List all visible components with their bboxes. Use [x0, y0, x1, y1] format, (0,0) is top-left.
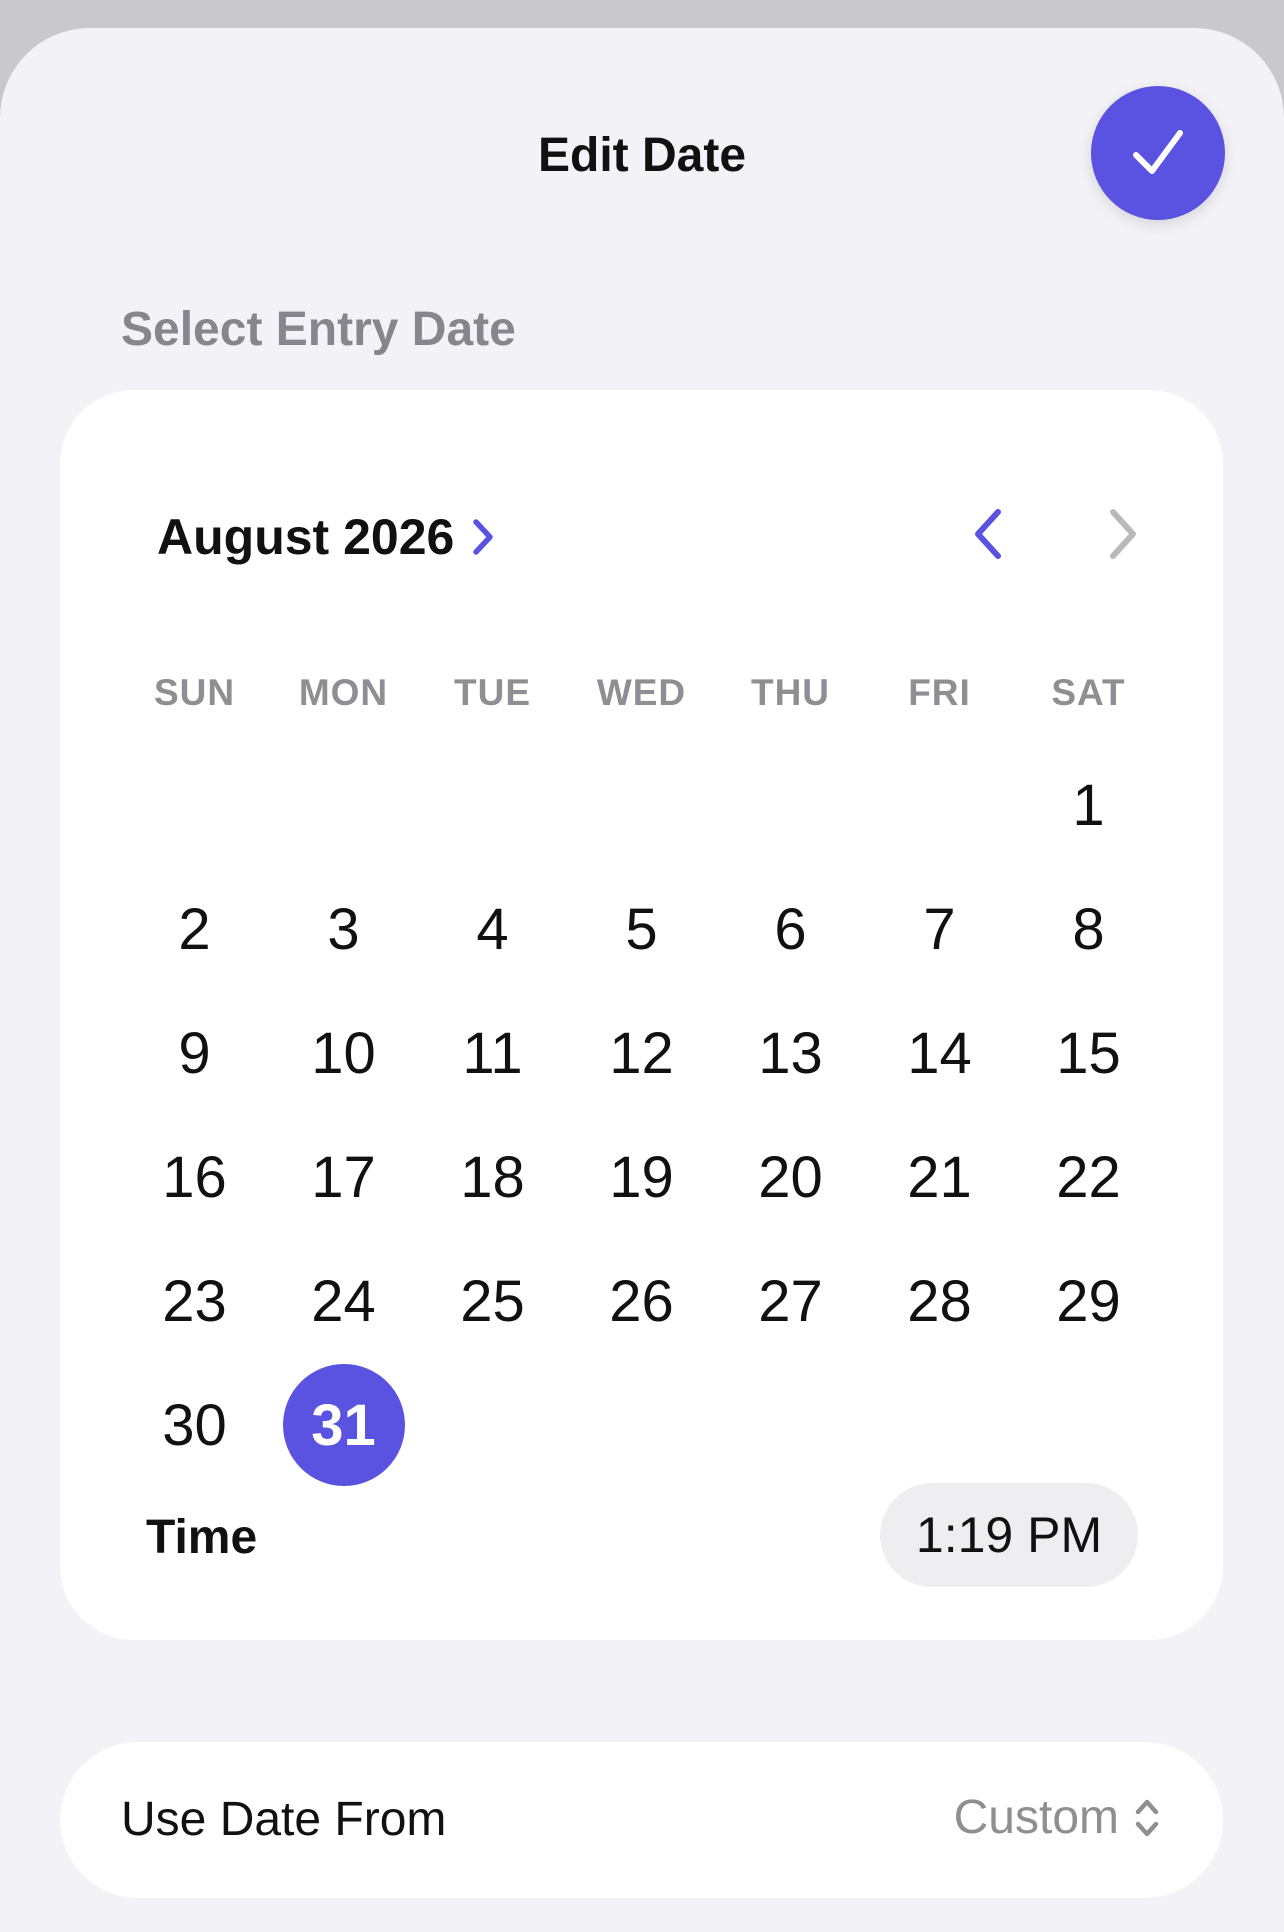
calendar-day[interactable]: 27: [716, 1239, 865, 1363]
calendar-day[interactable]: 5: [567, 867, 716, 991]
use-date-from-selector[interactable]: Custom: [954, 1790, 1161, 1845]
chevron-up-down-icon: [1133, 1796, 1161, 1840]
empty-day-cell: [865, 743, 1014, 867]
sheet-title-text: Edit Date: [537, 129, 747, 182]
day-number: 20: [758, 1144, 823, 1210]
calendar-day[interactable]: 21: [865, 1115, 1014, 1239]
weekday-header-row: SUN MON TUE WED THU FRI SAT: [120, 672, 1163, 714]
calendar-day[interactable]: 13: [716, 991, 865, 1115]
day-number: 5: [625, 896, 658, 962]
day-number: 6: [774, 896, 807, 962]
day-number: 12: [609, 1020, 674, 1086]
calendar-day[interactable]: 20: [716, 1115, 865, 1239]
calendar-day[interactable]: 8: [1014, 867, 1163, 991]
day-number: 15: [1056, 1020, 1121, 1086]
calendar-day[interactable]: 22: [1014, 1115, 1163, 1239]
empty-day-cell: [269, 743, 418, 867]
day-number: 18: [460, 1144, 525, 1210]
day-number: 19: [609, 1144, 674, 1210]
day-number: 13: [758, 1020, 823, 1086]
calendar-day-grid: 1 2 3 4 5 6 7 8 9 10 11 12 13 14 15 16 17 18 19 20 21 22 23 24 2…: [120, 743, 1163, 1487]
day-number: 10: [311, 1020, 376, 1086]
edit-date-sheet: Edit Date Select Entry Date August 2026: [0, 28, 1284, 1932]
empty-day-cell: [418, 743, 567, 867]
use-date-from-label: Use Date From: [121, 1793, 447, 1846]
day-number: 30: [162, 1392, 227, 1458]
next-month-button[interactable]: [1093, 502, 1153, 566]
calendar-day[interactable]: 1: [1014, 743, 1163, 867]
weekday-label: SUN: [153, 672, 236, 713]
time-label: Time: [146, 1511, 258, 1564]
day-number: 14: [907, 1020, 972, 1086]
chevron-right-icon: [470, 516, 496, 558]
empty-day-cell: [716, 743, 865, 867]
calendar-day[interactable]: 4: [418, 867, 567, 991]
calendar-day[interactable]: 3: [269, 867, 418, 991]
empty-day-cell: [120, 743, 269, 867]
confirm-button[interactable]: [1091, 86, 1225, 220]
calendar-day[interactable]: 30: [120, 1363, 269, 1487]
day-number: 9: [178, 1020, 211, 1086]
calendar-day[interactable]: 6: [716, 867, 865, 991]
calendar-card: August 2026 SUN MON TUE WED THU FRI SAT 123456…: [60, 390, 1223, 1640]
calendar-day[interactable]: 9: [120, 991, 269, 1115]
month-label: August 2026: [157, 509, 455, 565]
calendar-day[interactable]: 19: [567, 1115, 716, 1239]
calendar-day[interactable]: 29: [1014, 1239, 1163, 1363]
day-number: 11: [462, 1020, 523, 1086]
time-picker-button[interactable]: 1:19 PM: [880, 1483, 1138, 1587]
use-date-from-row[interactable]: Use Date From Custom: [60, 1742, 1223, 1898]
calendar-day[interactable]: 7: [865, 867, 1014, 991]
calendar-day[interactable]: 23: [120, 1239, 269, 1363]
day-number: 3: [327, 896, 360, 962]
day-number: 22: [1056, 1144, 1121, 1210]
day-number: 24: [311, 1268, 376, 1334]
calendar-day[interactable]: 18: [418, 1115, 567, 1239]
calendar-day[interactable]: 11: [418, 991, 567, 1115]
day-number: 27: [758, 1268, 823, 1334]
day-number: 7: [923, 896, 956, 962]
empty-day-cell: [567, 743, 716, 867]
day-number: 16: [162, 1144, 227, 1210]
chevron-right-icon: [1110, 509, 1136, 559]
weekday-label: SAT: [1051, 672, 1126, 713]
weekday-label: WED: [596, 672, 687, 713]
day-number: 8: [1072, 896, 1105, 962]
calendar-day[interactable]: 12: [567, 991, 716, 1115]
day-number: 31: [282, 1364, 405, 1486]
weekday-label: MON: [298, 672, 389, 713]
day-number: 21: [907, 1144, 972, 1210]
month-year-picker-button[interactable]: August 2026: [157, 508, 496, 566]
day-number: 25: [460, 1268, 525, 1334]
checkmark-icon: [1133, 130, 1183, 174]
section-label: Select Entry Date: [121, 303, 516, 356]
calendar-day[interactable]: 24: [269, 1239, 418, 1363]
calendar-day[interactable]: 16: [120, 1115, 269, 1239]
calendar-day[interactable]: 26: [567, 1239, 716, 1363]
calendar-day[interactable]: 14: [865, 991, 1014, 1115]
calendar-day[interactable]: 15: [1014, 991, 1163, 1115]
day-number: 28: [907, 1268, 972, 1334]
day-number: 4: [476, 896, 509, 962]
day-number: 1: [1072, 772, 1105, 838]
chevron-left-icon: [975, 509, 1001, 559]
weekday-label: TUE: [454, 672, 531, 713]
day-number: 29: [1056, 1268, 1121, 1334]
weekday-label: THU: [750, 672, 831, 713]
calendar-day[interactable]: 10: [269, 991, 418, 1115]
calendar-day[interactable]: 2: [120, 867, 269, 991]
weekday-label: FRI: [908, 672, 971, 713]
calendar-day[interactable]: 28: [865, 1239, 1014, 1363]
calendar-day[interactable]: 25: [418, 1239, 567, 1363]
day-number: 17: [311, 1144, 376, 1210]
previous-month-button[interactable]: [958, 502, 1018, 566]
selected-day[interactable]: 31: [269, 1363, 418, 1487]
use-date-from-value: Custom: [953, 1791, 1119, 1844]
day-number: 23: [162, 1268, 227, 1334]
day-number: 26: [609, 1268, 674, 1334]
day-number: 2: [178, 896, 211, 962]
calendar-day[interactable]: 17: [269, 1115, 418, 1239]
